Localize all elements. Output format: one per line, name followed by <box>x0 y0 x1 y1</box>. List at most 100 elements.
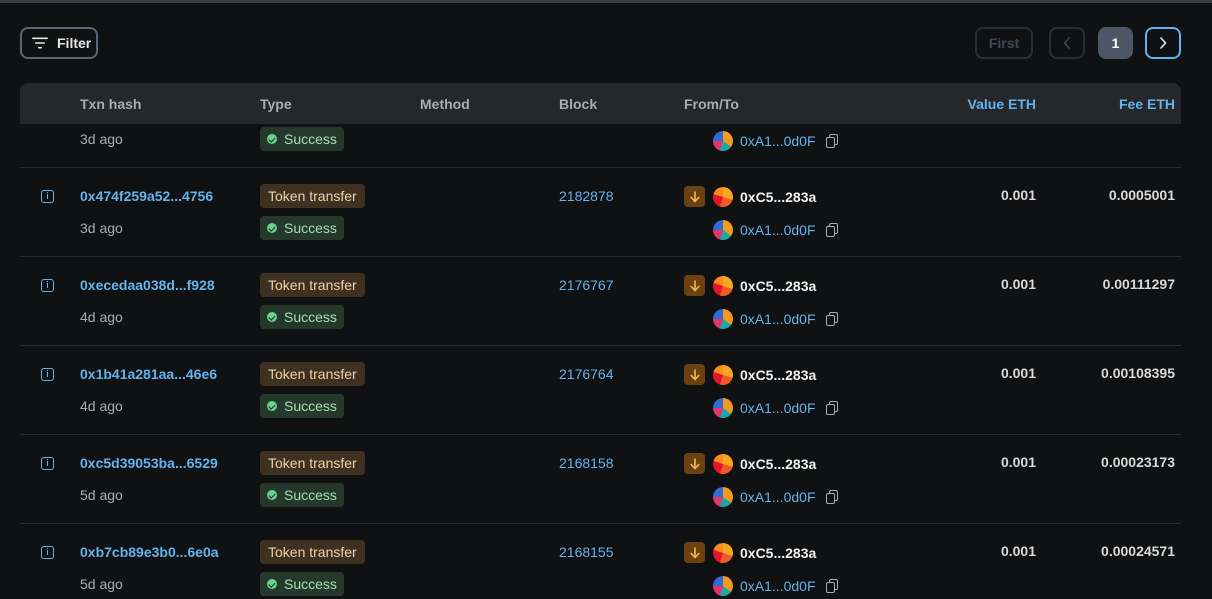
filter-lines-icon <box>32 37 48 49</box>
arrow-down-icon <box>684 275 705 296</box>
prev-page-button[interactable] <box>1049 27 1085 59</box>
fee-eth: 0.00108395 <box>1101 365 1175 381</box>
column-header-txn-hash: Txn hash <box>80 96 142 112</box>
column-header-fee-eth[interactable]: Fee ETH <box>1119 96 1175 112</box>
to-address-link[interactable]: 0xA1...0d0F <box>740 578 816 594</box>
value-eth: 0.001 <box>1000 187 1036 203</box>
check-circle-icon <box>267 401 277 411</box>
block-link[interactable]: 2176764 <box>559 366 614 382</box>
from-address[interactable]: 0xC5...283a <box>740 545 816 561</box>
txn-age: 3d ago <box>80 220 123 236</box>
column-header-type: Type <box>260 96 292 112</box>
table-header: Txn hash Type Method Block From/To Value… <box>20 83 1181 124</box>
block-link[interactable]: 2176767 <box>559 277 614 293</box>
type-badge: Token transfer <box>260 540 365 564</box>
status-label: Success <box>284 487 337 503</box>
to-address-link[interactable]: 0xA1...0d0F <box>740 222 816 238</box>
first-page-button[interactable]: First <box>975 27 1033 59</box>
first-page-label: First <box>988 35 1020 51</box>
from-address[interactable]: 0xC5...283a <box>740 278 816 294</box>
status-label: Success <box>284 576 337 592</box>
status-badge: Success <box>260 305 344 329</box>
check-circle-icon <box>267 490 277 500</box>
to-address-link[interactable]: 0xA1...0d0F <box>740 489 816 505</box>
txn-age: 5d ago <box>80 576 123 592</box>
to-address-avatar <box>713 398 733 418</box>
status-label: Success <box>284 131 337 147</box>
table-row: 0xc5d39053ba...6529 5d ago Token transfer S… <box>20 435 1181 524</box>
txn-hash-link[interactable]: 0xecedaa038d...f928 <box>80 277 215 293</box>
to-address-avatar <box>713 131 733 151</box>
txn-hash-link[interactable]: 0xb7cb89e3b0...6e0a <box>80 544 219 560</box>
next-page-button[interactable] <box>1145 27 1181 59</box>
txn-age: 5d ago <box>80 487 123 503</box>
table-row: 0x1b41a281aa...46e6 4d ago Token transfer S… <box>20 346 1181 435</box>
copy-icon[interactable] <box>826 134 838 148</box>
from-address[interactable]: 0xC5...283a <box>740 367 816 383</box>
to-address-link[interactable]: 0xA1...0d0F <box>740 400 816 416</box>
value-eth: 0.001 <box>1000 276 1036 292</box>
info-square-icon[interactable] <box>41 546 54 559</box>
status-badge: Success <box>260 572 344 596</box>
column-header-value-eth[interactable]: Value ETH <box>968 96 1036 112</box>
info-square-icon[interactable] <box>41 368 54 381</box>
column-header-block: Block <box>559 96 598 112</box>
filter-button-label: Filter <box>57 35 92 51</box>
table-row-partial: 3d ago Success 0xA1...0d0F <box>20 124 1181 168</box>
status-label: Success <box>284 220 337 236</box>
type-label: Token transfer <box>268 277 357 293</box>
to-address-link[interactable]: 0xA1...0d0F <box>740 311 816 327</box>
info-square-icon[interactable] <box>41 279 54 292</box>
type-label: Token transfer <box>268 188 357 204</box>
copy-icon[interactable] <box>826 312 838 326</box>
status-label: Success <box>284 398 337 414</box>
status-label: Success <box>284 309 337 325</box>
chevron-left-icon <box>1063 37 1070 49</box>
value-eth: 0.001 <box>1000 454 1036 470</box>
chevron-right-icon <box>1160 37 1167 49</box>
check-circle-icon <box>267 134 277 144</box>
column-header-from-to: From/To <box>684 96 739 112</box>
filter-button[interactable]: Filter <box>20 27 98 59</box>
current-page-indicator[interactable]: 1 <box>1098 27 1133 59</box>
block-link[interactable]: 2168155 <box>559 544 614 560</box>
type-badge: Token transfer <box>260 273 365 297</box>
type-badge: Token transfer <box>260 451 365 475</box>
type-label: Token transfer <box>268 366 357 382</box>
txn-age: 3d ago <box>80 131 123 147</box>
check-circle-icon <box>267 579 277 589</box>
fee-eth: 0.00111297 <box>1102 276 1175 292</box>
status-badge: Success <box>260 483 344 507</box>
arrow-down-icon <box>684 364 705 385</box>
arrow-down-icon <box>684 542 705 563</box>
arrow-down-icon <box>684 186 705 207</box>
copy-icon[interactable] <box>826 223 838 237</box>
fee-eth: 0.00023173 <box>1101 454 1175 470</box>
txn-hash-link[interactable]: 0xc5d39053ba...6529 <box>80 455 218 471</box>
block-link[interactable]: 2182878 <box>559 188 614 204</box>
status-badge: Success <box>260 127 344 151</box>
table-row: 0x474f259a52...4756 3d ago Token transfer S… <box>20 168 1181 257</box>
current-page-number: 1 <box>1111 35 1120 51</box>
column-header-method: Method <box>420 96 470 112</box>
type-badge: Token transfer <box>260 362 365 386</box>
from-address-avatar <box>713 187 733 207</box>
copy-icon[interactable] <box>826 401 838 415</box>
copy-icon[interactable] <box>826 579 838 593</box>
info-square-icon[interactable] <box>41 190 54 203</box>
window-top-border <box>0 0 1212 3</box>
table-row: 0xb7cb89e3b0...6e0a 5d ago Token transfer S… <box>20 524 1181 599</box>
copy-icon[interactable] <box>826 490 838 504</box>
to-address-avatar <box>713 309 733 329</box>
from-address[interactable]: 0xC5...283a <box>740 189 816 205</box>
check-circle-icon <box>267 312 277 322</box>
from-address-avatar <box>713 454 733 474</box>
from-address[interactable]: 0xC5...283a <box>740 456 816 472</box>
block-link[interactable]: 2168158 <box>559 455 614 471</box>
fee-eth: 0.0005001 <box>1108 187 1175 203</box>
txn-hash-link[interactable]: 0x1b41a281aa...46e6 <box>80 366 217 382</box>
to-address-avatar <box>713 576 733 596</box>
info-square-icon[interactable] <box>41 457 54 470</box>
txn-hash-link[interactable]: 0x474f259a52...4756 <box>80 188 213 204</box>
to-address-link[interactable]: 0xA1...0d0F <box>740 133 816 149</box>
